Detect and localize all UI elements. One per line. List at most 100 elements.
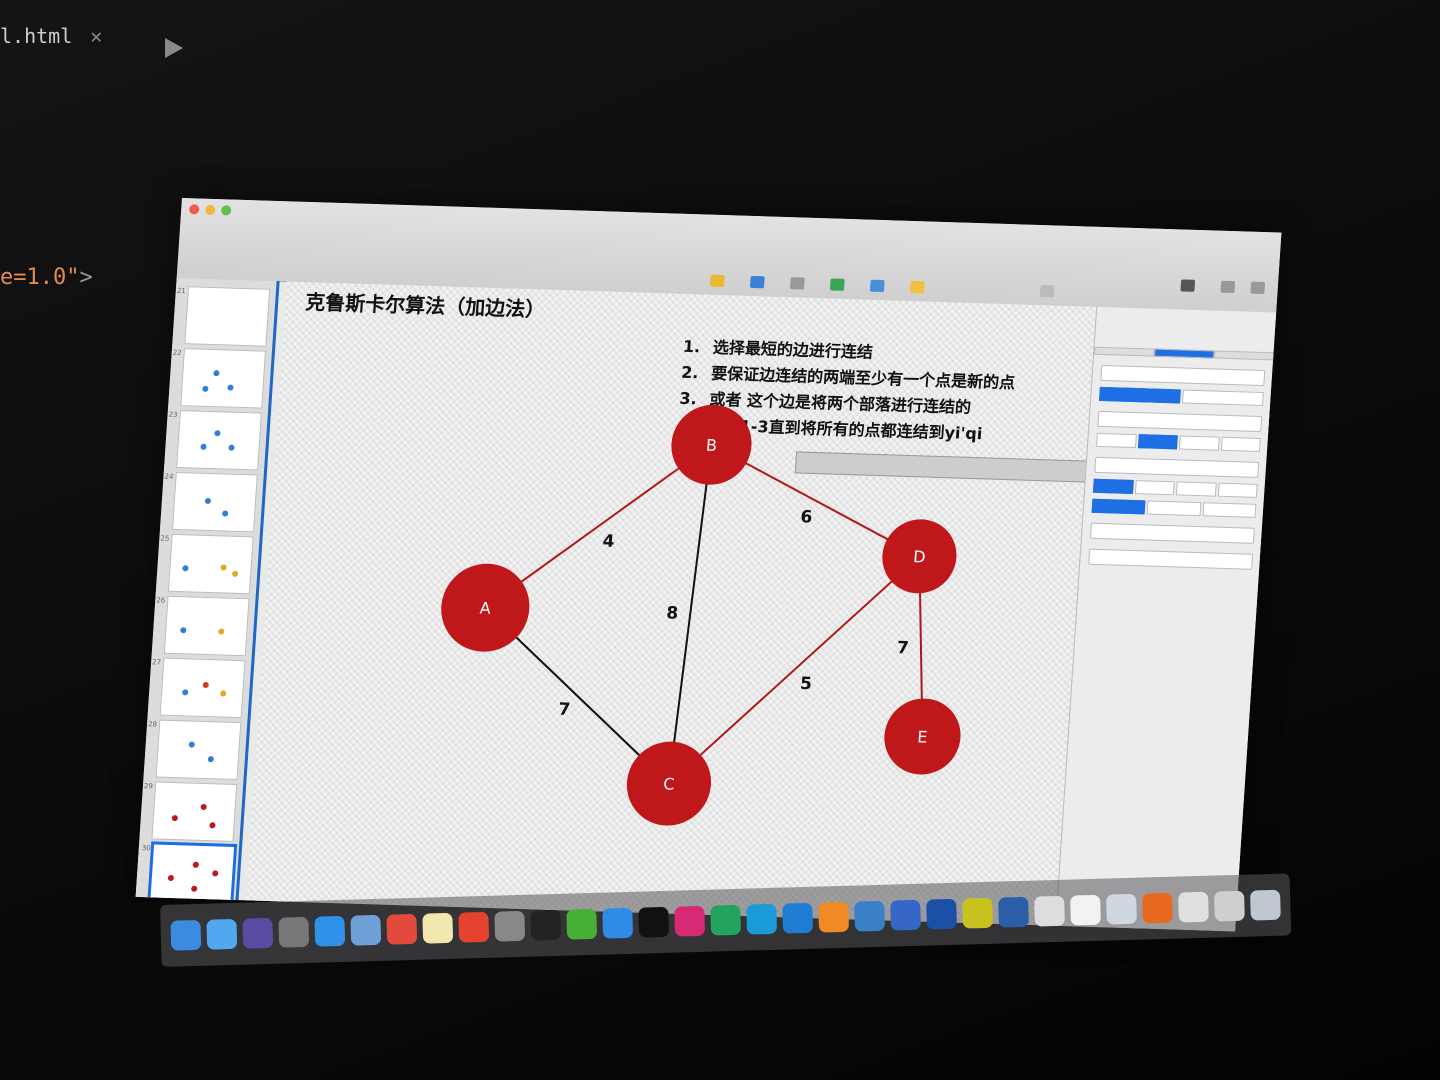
slide-thumbnail[interactable]: 21: [177, 286, 271, 347]
calendar-icon[interactable]: [386, 913, 418, 945]
minimize-window-icon[interactable]: [204, 204, 216, 216]
app-store-icon[interactable]: [602, 907, 634, 939]
slide-thumbnail[interactable]: 23: [168, 410, 262, 471]
align-left-button[interactable]: [1092, 478, 1134, 494]
media-button[interactable]: [857, 279, 898, 294]
xcode-icon[interactable]: [854, 900, 886, 932]
text-button[interactable]: [777, 277, 818, 292]
align-middle-button[interactable]: [1146, 500, 1202, 517]
edge-weight-label: 7: [896, 638, 909, 658]
launchpad-icon[interactable]: [278, 916, 310, 948]
edge-weight-label: 6: [800, 507, 813, 527]
inspector-tabs: [1094, 346, 1275, 361]
safari-icon[interactable]: [314, 915, 346, 947]
wechat-icon[interactable]: [566, 908, 598, 940]
edge-weight-label: 5: [799, 674, 812, 694]
edge-weight-label: 8: [666, 603, 679, 623]
align-right-button[interactable]: [1175, 481, 1217, 497]
node-label: A: [479, 599, 491, 618]
align-center-button[interactable]: [1134, 480, 1175, 496]
slide-thumbnail[interactable]: 27: [152, 657, 246, 719]
close-icon[interactable]: ✕: [90, 24, 102, 48]
strike-button[interactable]: [1220, 436, 1261, 452]
character-style-select[interactable]: [1094, 456, 1260, 478]
keynote-window: 21 22 23 24 25 26 27 28 29 30 克鲁斯卡尔算法（加边…: [135, 198, 1282, 932]
keynote-icon[interactable]: [1106, 893, 1137, 925]
table-button[interactable]: [697, 274, 738, 289]
segment-layout[interactable]: [1181, 389, 1264, 407]
edge-weight-label: 4: [602, 532, 615, 552]
vscode-icon[interactable]: [782, 902, 814, 934]
alignment-buttons: [1092, 478, 1258, 498]
node-label: D: [913, 547, 927, 566]
paragraph-style-select[interactable]: [1100, 364, 1266, 387]
style-segment: [1099, 386, 1264, 407]
intellij-icon[interactable]: [674, 905, 706, 937]
files-stack-icon[interactable]: [1214, 890, 1245, 922]
align-top-button[interactable]: [1091, 498, 1146, 515]
trash-icon[interactable]: [1250, 889, 1281, 921]
bold-button[interactable]: [1095, 432, 1137, 449]
music-app-icon[interactable]: [962, 897, 993, 929]
collaborate-button[interactable]: [1027, 285, 1068, 300]
slide-thumbnail[interactable]: 22: [172, 348, 267, 409]
slide-thumbnail[interactable]: 29: [144, 781, 238, 842]
sublime-icon[interactable]: [818, 901, 850, 933]
node-label: C: [663, 774, 675, 793]
close-window-icon[interactable]: [188, 204, 200, 215]
editor-tab[interactable]: l.html ✕: [0, 24, 102, 48]
play-icon[interactable]: [165, 38, 183, 58]
qq-icon[interactable]: [530, 909, 562, 941]
siri-icon[interactable]: [242, 917, 274, 949]
format-button[interactable]: [1167, 279, 1208, 294]
comment-button[interactable]: [897, 280, 938, 296]
qq-chat-icon[interactable]: [206, 918, 238, 950]
notes-icon[interactable]: [350, 914, 382, 946]
network-tool-icon[interactable]: [998, 896, 1029, 928]
align-justify-button[interactable]: [1217, 482, 1258, 498]
segment-style[interactable]: [1099, 386, 1181, 404]
tab-text[interactable]: [1154, 348, 1215, 359]
document-button[interactable]: [1237, 281, 1278, 296]
font-family-select[interactable]: [1097, 410, 1263, 433]
terminal-icon[interactable]: [638, 906, 670, 938]
edge-C-D[interactable]: [668, 549, 921, 791]
slide-canvas[interactable]: 克鲁斯卡尔算法（加边法） 1. 选择最短的边进行连结 2. 要保证边连结的两端至少有…: [245, 281, 1256, 926]
bullets-select[interactable]: [1088, 548, 1254, 570]
italic-button[interactable]: [1137, 434, 1178, 450]
zoom-window-icon[interactable]: [220, 205, 232, 216]
preferences-icon[interactable]: [494, 910, 526, 942]
code-tail: >: [79, 265, 93, 290]
code-line: e=1.0">: [0, 265, 93, 290]
window-controls: [188, 204, 232, 216]
chart-button[interactable]: [737, 275, 778, 290]
baidu-netdisk-icon[interactable]: [890, 899, 921, 931]
font-style-buttons: [1095, 432, 1261, 452]
shape-button[interactable]: [817, 278, 858, 293]
finder-icon[interactable]: [170, 919, 202, 951]
downloads-stack-icon[interactable]: [1178, 891, 1209, 923]
tab-style[interactable]: [1094, 346, 1155, 357]
chrome-icon[interactable]: [458, 911, 490, 943]
slide-thumbnail[interactable]: 25: [160, 533, 254, 595]
align-bottom-button[interactable]: [1202, 502, 1257, 518]
stickies-icon[interactable]: [422, 912, 454, 944]
graph-diagram: 4 8 7 6 5 7 A B C D E: [441, 404, 961, 826]
itunes-icon[interactable]: [1070, 894, 1101, 926]
slide-thumbnail[interactable]: 24: [164, 471, 258, 533]
datagrip-icon[interactable]: [710, 904, 742, 936]
code-fragment: e=1.0": [0, 265, 80, 290]
slide-thumbnail[interactable]: 28: [148, 719, 242, 781]
spacing-select[interactable]: [1089, 522, 1255, 544]
tab-arrange[interactable]: [1213, 350, 1275, 361]
slide-thumbnail[interactable]: 26: [156, 595, 250, 657]
slide-thumbnail-selected[interactable]: 30: [142, 841, 238, 906]
webstorm-icon[interactable]: [746, 903, 778, 935]
node-label: E: [917, 727, 928, 746]
globe-icon[interactable]: [926, 898, 957, 930]
firefox-icon[interactable]: [1142, 892, 1173, 924]
underline-button[interactable]: [1178, 435, 1220, 451]
node-label: B: [705, 436, 717, 455]
document-icon[interactable]: [1034, 895, 1065, 927]
editor-tab-label: l.html: [0, 24, 73, 48]
